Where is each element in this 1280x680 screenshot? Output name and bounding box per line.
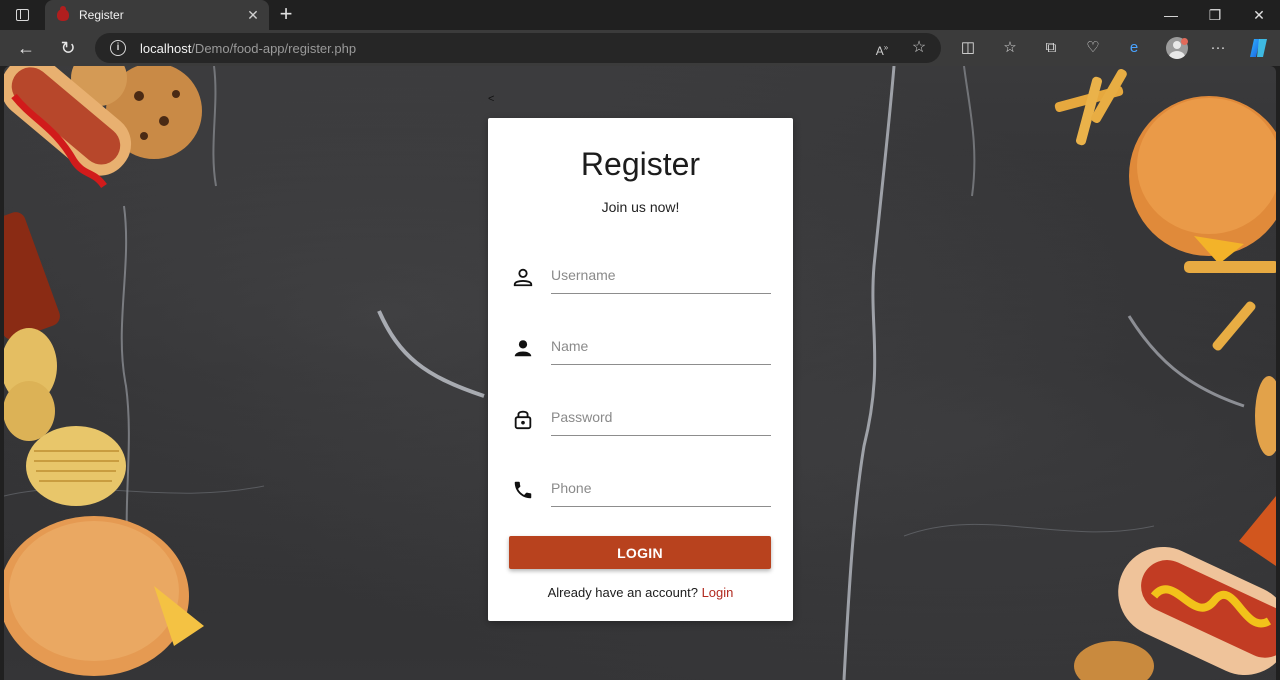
food-decoration-right xyxy=(1054,68,1276,680)
person-icon xyxy=(514,340,532,357)
profile-status-badge xyxy=(1181,38,1188,45)
login-link[interactable]: Login xyxy=(702,585,734,600)
browser-essentials-icon[interactable]: ♡ xyxy=(1083,38,1103,58)
browser-toolbar: ← ↻ i localhost/Demo/food-app/register.p… xyxy=(0,30,1280,66)
close-tab-icon[interactable]: ✕ xyxy=(245,7,261,23)
favorite-star-icon[interactable]: ☆ xyxy=(910,39,928,57)
split-screen-icon[interactable]: ◫ xyxy=(958,38,978,58)
browser-tab[interactable]: Register ✕ xyxy=(45,0,269,30)
refresh-icon[interactable]: ↻ xyxy=(57,37,79,59)
page-title: Register xyxy=(580,146,701,182)
address-bar[interactable]: i localhost/Demo/food-app/register.php A… xyxy=(95,33,941,63)
close-window-icon[interactable]: ✕ xyxy=(1248,5,1270,25)
phone-icon xyxy=(514,481,532,499)
new-tab-icon[interactable]: + xyxy=(275,3,297,26)
password-underline xyxy=(551,435,771,436)
phone-field xyxy=(508,465,771,515)
favorites-icon[interactable]: ☆ xyxy=(1000,38,1020,58)
tab-title: Register xyxy=(79,8,124,22)
phone-input[interactable] xyxy=(551,475,771,501)
tab-actions-icon[interactable] xyxy=(10,4,34,26)
page-subtitle: Join us now! xyxy=(601,199,680,215)
username-input[interactable] xyxy=(551,262,771,288)
edge-drop-icon[interactable]: e xyxy=(1124,38,1144,58)
more-options-icon[interactable]: ··· xyxy=(1208,38,1228,58)
username-field xyxy=(508,252,771,302)
restore-icon[interactable]: ❐ xyxy=(1204,5,1226,25)
copilot-icon[interactable] xyxy=(1247,38,1271,58)
page-viewport: < Register Join us now! Username Name Ph… xyxy=(4,66,1276,680)
name-underline xyxy=(551,364,771,365)
browser-titlebar: Register ✕ + — ❐ ✕ xyxy=(0,0,1280,30)
url-text: localhost/Demo/food-app/register.php xyxy=(140,41,357,56)
collections-icon[interactable]: ⧉ xyxy=(1041,38,1061,58)
password-input[interactable] xyxy=(551,404,771,430)
phone-underline xyxy=(551,506,771,507)
login-prompt: Already have an account? Login xyxy=(488,585,793,600)
login-button[interactable]: LOGIN xyxy=(509,536,771,569)
tab-favicon-icon xyxy=(57,6,69,21)
site-info-icon[interactable]: i xyxy=(110,40,126,56)
read-aloud-icon[interactable]: A» xyxy=(873,39,891,58)
register-card: Register Join us now! Username Name Phon… xyxy=(488,118,793,621)
lock-icon xyxy=(514,410,532,430)
name-input[interactable] xyxy=(551,333,771,359)
username-underline xyxy=(551,293,771,294)
back-link[interactable]: < xyxy=(488,93,494,105)
back-icon[interactable]: ← xyxy=(15,37,37,59)
name-field xyxy=(508,323,771,373)
person-outline-icon xyxy=(513,268,533,287)
login-prompt-text: Already have an account? xyxy=(547,585,698,600)
password-field xyxy=(508,394,771,444)
food-decoration-left xyxy=(4,66,204,676)
minimize-icon[interactable]: — xyxy=(1160,5,1182,25)
